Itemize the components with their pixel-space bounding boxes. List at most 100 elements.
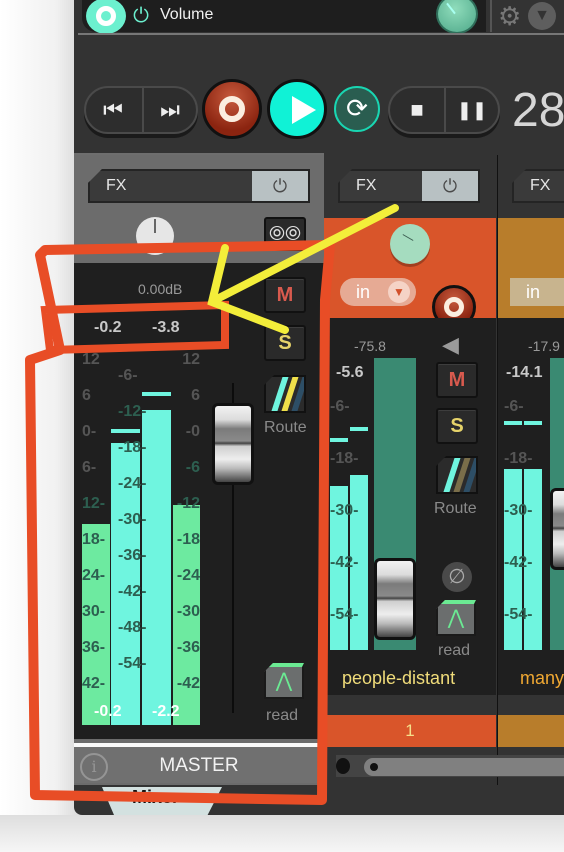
meter-scale-label: -30- — [330, 502, 359, 519]
track-number: 1 — [324, 715, 496, 747]
loop-icon: ⟳ — [346, 93, 368, 123]
skip-back-button[interactable]: ⏮ — [86, 88, 140, 132]
meter-scale-label: -48- — [118, 619, 147, 636]
meter-scale-label: -54- — [118, 655, 147, 672]
pause-button[interactable]: ❚❚ — [444, 88, 498, 132]
navigation-pill: ⏮ ⏭ — [84, 86, 198, 134]
automation-mode-button[interactable]: ⋀ — [436, 600, 476, 636]
track-fader-handle[interactable] — [374, 558, 416, 640]
peak-readout-left[interactable]: -0.2 — [94, 319, 122, 337]
meter-scale-label: 30- — [82, 603, 106, 620]
master-fx-button[interactable]: FX ⏻ — [88, 169, 310, 203]
peak-hold-indicator — [504, 421, 522, 425]
power-icon[interactable]: ⏻ — [130, 4, 152, 28]
meter-scale-label: -42- — [330, 554, 359, 571]
meter-scale-label: -18 — [176, 531, 200, 548]
horizontal-scrollbar[interactable] — [336, 755, 564, 777]
mixer-window: ⏻ Volume ⚙ ▼ ⏮ ⏭ ⟳ ■ ❚❚ 28 FX ⏻ ⦾⦾ 0.00d… — [74, 0, 564, 815]
meter-scale-label: 12- — [82, 495, 106, 512]
track-volume-readout: -75.8 — [354, 338, 386, 354]
meter-scale-label: 12 — [182, 351, 200, 368]
divider — [78, 33, 564, 35]
tab-mixer-label: Mixer — [132, 787, 180, 807]
mute-button[interactable]: M — [436, 362, 478, 398]
automation-icon: ⋀ — [447, 607, 465, 629]
track-pan-knob[interactable] — [390, 224, 430, 264]
route-button[interactable] — [436, 456, 478, 494]
track-peak-readout[interactable]: -5.6 — [336, 364, 364, 382]
input-select[interactable]: in — [510, 278, 564, 306]
automation-icon: ⋀ — [275, 670, 293, 692]
track-peak-readout[interactable]: -14.1 — [506, 364, 542, 382]
meter-scale-label: -24 — [176, 567, 200, 584]
track-fader-handle[interactable] — [550, 488, 564, 570]
solo-button[interactable]: S — [436, 408, 478, 444]
phase-invert-button[interactable]: ∅ — [442, 562, 472, 592]
meter-scale-label: -36 — [176, 639, 200, 656]
plugin-name: Volume — [160, 6, 214, 23]
meter-scale-label: -54- — [504, 606, 533, 623]
solo-button[interactable]: S — [264, 325, 306, 361]
input-label: in — [526, 282, 541, 302]
stop-pause-pill: ■ ❚❚ — [388, 86, 500, 134]
dropdown-icon[interactable]: ▼ — [528, 2, 556, 30]
stop-button[interactable]: ■ — [390, 88, 444, 132]
master-fader-handle[interactable] — [212, 403, 254, 485]
track-body: -75.8 -5.6 ◀ M S Route -6- -18- -30- -42- -5… — [324, 318, 496, 695]
track-volume-readout: -17.9 — [528, 338, 560, 354]
stereo-icon: ⦾⦾ — [269, 223, 301, 245]
input-select[interactable]: in ▼ — [340, 278, 416, 306]
record-button[interactable] — [202, 79, 262, 139]
route-button[interactable] — [264, 375, 306, 413]
pause-icon: ❚❚ — [456, 100, 488, 120]
meter-left-rms — [82, 524, 110, 725]
track-number-bar — [498, 715, 564, 747]
transport-bar: ⏮ ⏭ ⟳ ■ ❚❚ 28 — [74, 70, 564, 159]
peak-hold-indicator — [350, 427, 368, 431]
skip-forward-button[interactable]: ⏭ — [142, 88, 196, 132]
meter-scale-label: -42- — [504, 554, 533, 571]
play-button[interactable] — [267, 79, 327, 139]
meter-scale-label: -18- — [330, 450, 359, 467]
stop-icon: ■ — [410, 97, 424, 122]
track-name[interactable]: many — [520, 668, 564, 689]
stereo-mode-button[interactable]: ⦾⦾ — [264, 217, 306, 251]
divider — [490, 0, 492, 32]
skip-forward-icon: ⏭ — [160, 97, 180, 122]
master-pan-knob[interactable] — [136, 217, 174, 255]
master-name-bar: i MASTER — [74, 743, 324, 783]
automation-mode-button[interactable]: ⋀ — [264, 663, 304, 699]
plugin-bar: ⏻ Volume ⚙ ▼ — [74, 0, 564, 35]
meter-readout-left: -0.2 — [94, 703, 122, 720]
scrollbar-thumb[interactable] — [364, 758, 564, 776]
meter-scale-label: 24- — [82, 567, 106, 584]
meter-scale-label: -0 — [185, 423, 200, 440]
track-strip-people-distant: FX ⏻ in ▼ -75.8 -5.6 ◀ M S Route -6- -18… — [324, 155, 496, 785]
meter-scale-label: -30- — [118, 511, 147, 528]
loop-button[interactable]: ⟳ — [334, 86, 380, 132]
meter-scale-label: -54- — [330, 606, 359, 623]
track-fx-button[interactable]: FX — [512, 169, 564, 203]
meter-scale-label: -42 — [176, 675, 200, 692]
scroll-left-button[interactable] — [336, 758, 350, 774]
track-name[interactable]: people-distant — [342, 668, 455, 689]
speaker-icon[interactable]: ◀ — [442, 332, 459, 358]
master-volume-readout: 0.00dB — [138, 281, 183, 297]
peak-readout-right[interactable]: -3.8 — [152, 319, 180, 337]
meter-scale-label: -12 — [176, 495, 200, 512]
track-fx-button[interactable]: FX ⏻ — [338, 169, 480, 203]
fx-label: FX — [106, 177, 127, 194]
gear-icon[interactable]: ⚙ — [498, 2, 521, 30]
automation-mode-label: read — [266, 707, 299, 724]
meter-scale-label: -6- — [330, 398, 350, 415]
route-label: Route — [434, 500, 477, 517]
fx-label: FX — [356, 177, 377, 194]
meter-scale-label: 6 — [82, 387, 91, 404]
meter-scale-label: -6- — [118, 367, 138, 384]
mute-button[interactable]: M — [264, 277, 306, 313]
meter-scale-label: 6 — [191, 387, 200, 404]
automation-mode-label: read — [438, 642, 471, 659]
peak-hold-indicator — [330, 438, 348, 442]
fx-power-icon[interactable]: ⏻ — [422, 171, 478, 201]
fx-power-icon[interactable]: ⏻ — [252, 171, 308, 201]
